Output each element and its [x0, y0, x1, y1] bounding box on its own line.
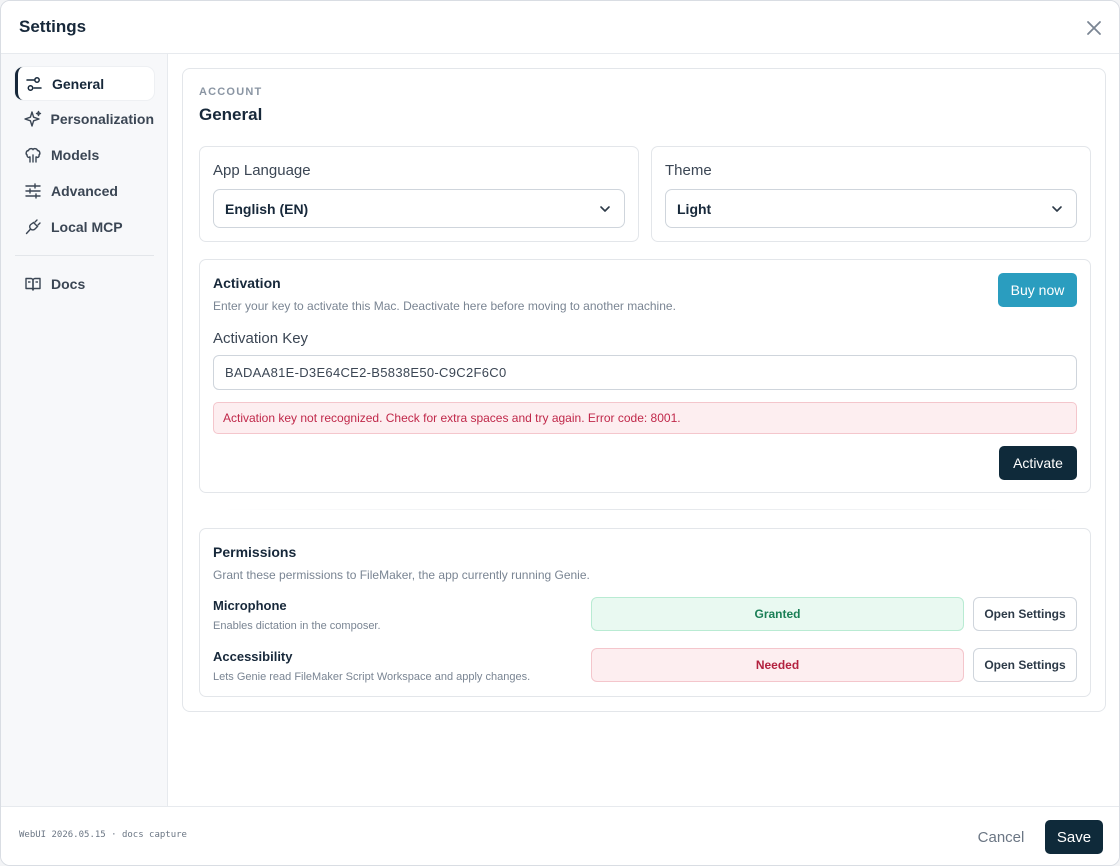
cancel-button[interactable]: Cancel — [970, 824, 1032, 850]
microphone-permission-desc: Enables dictation in the composer. — [213, 620, 381, 632]
sidebar-item-label: Local MCP — [51, 218, 123, 235]
accessibility-permission-desc: Lets Genie read FileMaker Script Workspa… — [213, 671, 531, 683]
theme-value: Light — [677, 200, 712, 217]
adjustments-icon — [23, 181, 43, 201]
version-label: WebUI 2026.05.15 · docs capture — [19, 830, 187, 840]
sidebar-item-label: Personalization — [50, 110, 154, 127]
title-bar: Settings — [1, 1, 1119, 54]
sidebar-item-label: Advanced — [51, 182, 118, 199]
sidebar-item-label: General — [52, 75, 105, 92]
settings-window: Settings General Personalization Models … — [0, 0, 1120, 866]
sidebar-divider — [15, 255, 154, 256]
close-button[interactable] — [1083, 17, 1105, 39]
section-divider — [223, 509, 1063, 510]
microphone-status-badge: Granted — [591, 597, 964, 631]
sidebar-item-advanced[interactable]: Advanced — [15, 174, 154, 207]
plug-icon — [23, 217, 43, 237]
microphone-permission-name: Microphone — [213, 598, 287, 613]
buy-now-button[interactable]: Buy now — [998, 273, 1077, 307]
footer: WebUI 2026.05.15 · docs capture Cancel S… — [1, 806, 1119, 865]
general-card: ACCOUNT General App Language English (EN… — [182, 68, 1106, 712]
section-eyebrow: ACCOUNT — [199, 86, 263, 98]
activation-subtitle: Enter your key to activate this Mac. Dea… — [213, 299, 676, 313]
accessibility-permission-name: Accessibility — [213, 649, 293, 664]
activation-panel: Activation Enter your key to activate th… — [199, 259, 1091, 493]
brain-icon — [23, 145, 43, 165]
sidebar-item-local-mcp[interactable]: Local MCP — [15, 210, 154, 243]
chevron-down-icon — [1052, 206, 1062, 212]
activate-button[interactable]: Activate — [999, 446, 1077, 480]
permissions-subtitle: Grant these permissions to FileMaker, th… — [213, 568, 590, 582]
sparkles-icon — [23, 109, 43, 129]
sidebar: General Personalization Models Advanced … — [1, 54, 168, 806]
sidebar-item-docs[interactable]: Docs — [15, 267, 154, 300]
sidebar-item-models[interactable]: Models — [15, 138, 154, 171]
sidebar-item-general[interactable]: General — [15, 67, 154, 100]
activation-error-message: Activation key not recognized. Check for… — [213, 402, 1077, 434]
theme-label: Theme — [665, 162, 712, 179]
language-value: English (EN) — [225, 200, 309, 217]
save-button[interactable]: Save — [1045, 820, 1103, 854]
language-panel: App Language English (EN) — [199, 146, 639, 242]
window-title: Settings — [19, 17, 87, 36]
book-icon — [23, 274, 43, 294]
theme-panel: Theme Light — [651, 146, 1091, 242]
accessibility-open-settings-button[interactable]: Open Settings — [973, 648, 1077, 682]
sliders-icon — [24, 74, 44, 94]
sidebar-item-personalization[interactable]: Personalization — [15, 102, 154, 135]
accessibility-status-badge: Needed — [591, 648, 964, 682]
permissions-panel: Permissions Grant these permissions to F… — [199, 528, 1091, 697]
chevron-down-icon — [600, 206, 610, 212]
sidebar-item-label: Models — [51, 146, 100, 163]
close-icon — [1087, 21, 1101, 35]
microphone-open-settings-button[interactable]: Open Settings — [973, 597, 1077, 631]
sidebar-item-label: Docs — [51, 275, 86, 292]
permissions-title: Permissions — [213, 544, 297, 560]
activation-title: Activation — [213, 275, 281, 291]
language-select[interactable]: English (EN) — [213, 189, 625, 228]
language-label: App Language — [213, 162, 311, 179]
main-content: ACCOUNT General App Language English (EN… — [168, 54, 1119, 806]
activation-key-label: Activation Key — [213, 330, 309, 347]
section-title: General — [199, 105, 263, 124]
activation-key-input[interactable]: BADAA81E-D3E64CE2-B5838E50-C9C2F6C0 — [213, 355, 1077, 390]
theme-select[interactable]: Light — [665, 189, 1077, 228]
